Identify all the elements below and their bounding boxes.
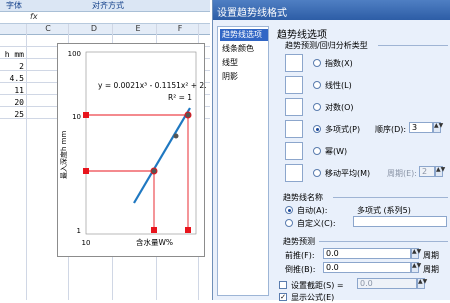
forward-input[interactable]: 0.0 xyxy=(323,248,411,259)
name-group-label: 趋势线名称 xyxy=(283,193,323,202)
order-spinner[interactable]: ▲▼ xyxy=(433,122,443,133)
backward-label: 倒推(B): xyxy=(285,265,316,274)
nav-item-trendline-options[interactable]: 趋势线选项 xyxy=(220,29,268,41)
dialog-title: 设置趋势线格式 xyxy=(217,8,287,19)
custom-name-radio[interactable] xyxy=(285,219,293,227)
x-tick-label: 10 xyxy=(82,239,91,247)
power-radio[interactable] xyxy=(313,147,321,155)
power-label: 幂(W) xyxy=(325,147,348,156)
formula-bar[interactable]: fx xyxy=(0,12,210,24)
polynomial-label: 多项式(P) xyxy=(325,125,361,134)
column-header-d[interactable]: D xyxy=(84,24,104,33)
cell-a-header[interactable]: h mm xyxy=(0,50,24,59)
forecast-group-label: 趋势预测 xyxy=(283,237,315,246)
auto-name-label: 自动(A): xyxy=(297,206,328,215)
order-input[interactable]: 3 xyxy=(409,122,433,133)
options-pane: 趋势线选项 趋势预测/回归分析类型 指数(X) 线性(L) 对数(O) 多项式(… xyxy=(273,22,450,302)
log-label: 对数(O) xyxy=(325,103,354,112)
y-axis-marker xyxy=(83,168,89,174)
forward-spinner[interactable]: ▲▼ xyxy=(411,248,421,259)
dialog-title-bar[interactable]: 设置趋势线格式 xyxy=(213,0,450,20)
y-tick-label: 1 xyxy=(77,227,81,235)
log-radio[interactable] xyxy=(313,103,321,111)
intercept-input[interactable]: 0.0 xyxy=(357,278,417,289)
grid-line xyxy=(26,24,27,300)
y-tick-label: 100 xyxy=(68,50,81,58)
period-spinner[interactable]: ▲▼ xyxy=(435,166,445,177)
backward-input[interactable]: 0.0 xyxy=(323,262,411,273)
nav-item-line-style[interactable]: 线型 xyxy=(220,57,268,69)
data-point[interactable] xyxy=(150,167,158,175)
forward-label: 前推(F): xyxy=(285,251,315,260)
cell-a-value[interactable]: 20 xyxy=(0,98,24,107)
show-equation-label: 显示公式(E) xyxy=(291,293,335,302)
exponential-radio[interactable] xyxy=(313,59,321,67)
nav-item-shadow[interactable]: 阴影 xyxy=(220,71,268,83)
linear-thumbnail-icon xyxy=(285,76,303,94)
fx-icon[interactable]: fx xyxy=(30,12,38,21)
set-intercept-label: 设置截距(S) = xyxy=(291,281,344,290)
linear-label: 线性(L) xyxy=(325,81,352,90)
y-tick-label: 10 xyxy=(72,113,81,121)
align-group-label: 对齐方式 xyxy=(92,1,124,10)
data-point[interactable] xyxy=(184,111,192,119)
custom-name-input[interactable] xyxy=(353,216,447,227)
moving-average-label: 移动平均(M) xyxy=(325,169,371,178)
font-group-label: 字体 xyxy=(6,1,22,10)
backward-spinner[interactable]: ▲▼ xyxy=(411,262,421,273)
set-intercept-checkbox[interactable] xyxy=(279,281,287,289)
column-header-c[interactable]: C xyxy=(38,24,58,33)
trendline-equation[interactable]: y = 0.0021x³ - 0.1151x² + 2.53 xyxy=(98,81,216,90)
auto-name-radio[interactable] xyxy=(285,206,293,214)
nav-item-line-color[interactable]: 线条颜色 xyxy=(220,43,268,55)
data-point[interactable] xyxy=(173,133,179,139)
forward-unit: 周期 xyxy=(423,251,439,260)
exponential-thumbnail-icon xyxy=(285,54,303,72)
moving-average-thumbnail-icon xyxy=(285,164,303,182)
chart-area[interactable]: 100 10 1 10 y = 0.0021x³ - 0.1151x² + 2.… xyxy=(57,43,216,257)
plot-area[interactable] xyxy=(85,51,197,235)
chart-svg: 100 10 1 10 y = 0.0021x³ - 0.1151x² + 2.… xyxy=(59,50,216,247)
group-divider xyxy=(378,45,448,46)
custom-name-label: 自定义(C): xyxy=(297,219,336,228)
r-squared-label[interactable]: R² = 1 xyxy=(168,93,192,102)
polynomial-thumbnail-icon xyxy=(285,120,303,138)
column-header-e[interactable]: E xyxy=(128,24,148,33)
ribbon: 字体 对齐方式 xyxy=(0,0,210,12)
x-axis-marker xyxy=(151,227,157,233)
moving-average-radio[interactable] xyxy=(313,169,321,177)
column-header-f[interactable]: F xyxy=(170,24,190,33)
group-divider xyxy=(319,241,448,242)
x-axis-title[interactable]: 含水量W% xyxy=(136,237,173,247)
power-thumbnail-icon xyxy=(285,142,303,160)
dialog-nav-list: 趋势线选项 线条颜色 线型 阴影 xyxy=(217,26,269,296)
pane-heading: 趋势线选项 xyxy=(277,30,327,41)
polynomial-radio[interactable] xyxy=(313,125,321,133)
x-axis-marker xyxy=(185,227,191,233)
linear-radio[interactable] xyxy=(313,81,321,89)
format-trendline-dialog: 设置趋势线格式 趋势线选项 线条颜色 线型 阴影 趋势线选项 趋势预测/回归分析… xyxy=(212,0,450,302)
y-axis-marker xyxy=(83,112,89,118)
cell-a-value[interactable]: 4.5 xyxy=(0,74,24,83)
order-label: 顺序(D): xyxy=(375,125,407,134)
cell-a-value[interactable]: 2 xyxy=(0,62,24,71)
y-axis-title[interactable]: 最入深度h mm xyxy=(59,131,68,179)
column-header-bar: C D E F xyxy=(0,24,210,35)
auto-name-value: 多项式 (系列5) xyxy=(357,206,411,215)
period-label: 周期(E): xyxy=(387,169,417,178)
type-group-label: 趋势预测/回归分析类型 xyxy=(285,41,368,50)
exponential-label: 指数(X) xyxy=(325,59,353,68)
backward-unit: 周期 xyxy=(423,265,439,274)
cell-a-value[interactable]: 11 xyxy=(0,86,24,95)
group-divider xyxy=(333,197,448,198)
period-input[interactable]: 2 xyxy=(419,166,435,177)
cell-a-value[interactable]: 25 xyxy=(0,110,24,119)
intercept-spinner[interactable]: ▲▼ xyxy=(417,278,427,289)
log-thumbnail-icon xyxy=(285,98,303,116)
